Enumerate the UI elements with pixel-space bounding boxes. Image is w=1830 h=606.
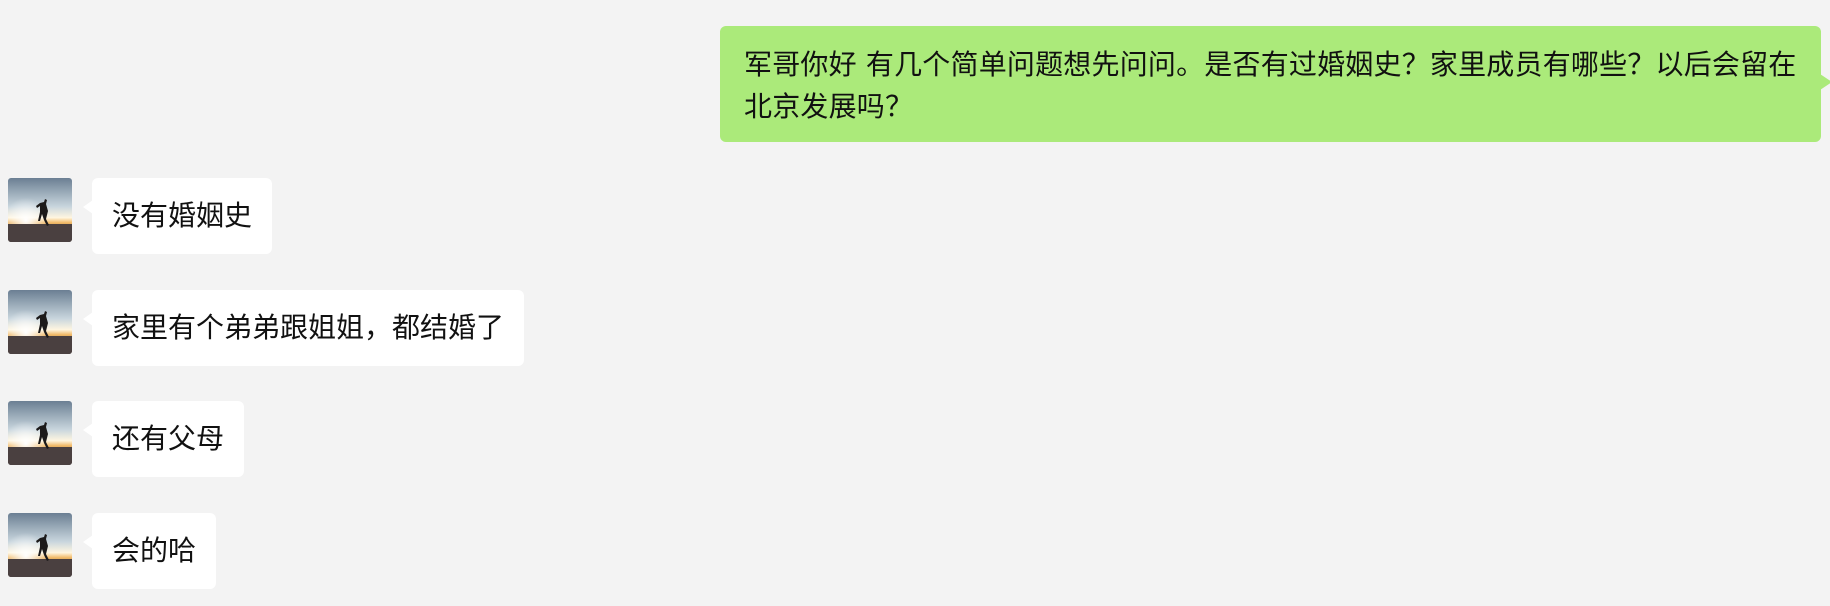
incoming-message-text: 没有婚姻史: [112, 199, 253, 232]
bubble-tail: [83, 423, 93, 437]
bubble-tail: [83, 312, 93, 326]
incoming-message-row: 还有父母: [8, 401, 248, 477]
avatar[interactable]: [8, 290, 72, 354]
incoming-message-text: 家里有个弟弟跟姐姐，都结婚了: [112, 311, 505, 344]
bubble-tail: [83, 535, 93, 549]
incoming-message-text: 会的哈: [112, 534, 197, 567]
outgoing-message-text: 军哥你好 有几个简单问题想先问问。是否有过婚姻史？家里成员有哪些？以后会留在北京…: [744, 48, 1797, 123]
outgoing-message[interactable]: 军哥你好 有几个简单问题想先问问。是否有过婚姻史？家里成员有哪些？以后会留在北京…: [720, 26, 1830, 142]
chat-area: 军哥你好 有几个简单问题想先问问。是否有过婚姻史？家里成员有哪些？以后会留在北京…: [0, 0, 1830, 606]
incoming-message-row: 家里有个弟弟跟姐姐，都结婚了: [8, 290, 528, 366]
avatar[interactable]: [8, 513, 72, 577]
incoming-message[interactable]: 家里有个弟弟跟姐姐，都结婚了: [83, 290, 525, 366]
incoming-message[interactable]: 还有父母: [83, 401, 245, 477]
incoming-message-row: 没有婚姻史: [8, 178, 273, 254]
bubble-tail: [1820, 74, 1830, 90]
bubble-tail: [83, 200, 93, 214]
incoming-message[interactable]: 会的哈: [83, 513, 217, 589]
incoming-message[interactable]: 没有婚姻史: [83, 178, 273, 254]
incoming-message-text: 还有父母: [112, 422, 225, 455]
incoming-message-row: 会的哈: [8, 513, 228, 589]
avatar[interactable]: [8, 178, 72, 242]
avatar[interactable]: [8, 401, 72, 465]
